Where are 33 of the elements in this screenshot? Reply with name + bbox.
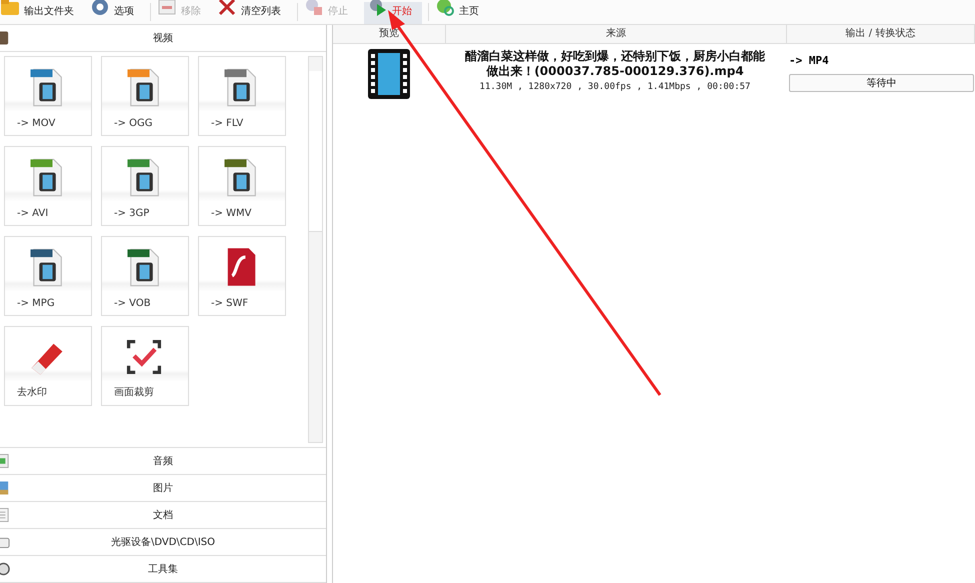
- toolbar-button[interactable]: 主页: [435, 2, 489, 24]
- minus-icon: [157, 0, 177, 17]
- toolbar-button[interactable]: 清空列表: [217, 2, 291, 24]
- toolbar-button[interactable]: 开始: [364, 2, 422, 24]
- file-info: 11.30M , 1280x720 , 30.00fps , 1.41Mbps , 00:00:57: [480, 82, 750, 92]
- format-tile[interactable]: -> 3GP: [101, 146, 189, 226]
- format-tile[interactable]: -> MPG: [4, 236, 92, 316]
- globe-icon: [435, 0, 455, 17]
- film-strip-icon: [368, 49, 410, 99]
- play-icon: [368, 0, 388, 17]
- format-tile[interactable]: -> VOB: [101, 236, 189, 316]
- format-tile[interactable]: -> WMV: [198, 146, 286, 226]
- toolbar-button[interactable]: 选项: [90, 2, 144, 24]
- status-button[interactable]: 等待中: [789, 74, 974, 92]
- file-name: 醋溜白菜这样做，好吃到爆，还特别下饭，厨房小白都能做出来！(000037.785-000129.376).mp4: [464, 49, 766, 79]
- toolbar-button[interactable]: 输出文件夹: [0, 2, 84, 24]
- folder-icon: [0, 0, 20, 17]
- format-tile[interactable]: 去水印: [4, 326, 92, 406]
- image-icon: [0, 480, 10, 496]
- format-tile[interactable]: -> FLV: [198, 56, 286, 136]
- audio-file-icon: [0, 453, 10, 469]
- column-header: 来源: [446, 25, 787, 43]
- format-tile[interactable]: -> SWF: [198, 236, 286, 316]
- output-format: -> MP4: [789, 54, 830, 69]
- column-header: 输出 / 转换状态: [787, 25, 975, 43]
- format-tile[interactable]: -> OGG: [101, 56, 189, 136]
- stop-icon: [304, 0, 324, 17]
- document-icon: [0, 507, 10, 523]
- format-tile[interactable]: -> AVI: [4, 146, 92, 226]
- format-tile[interactable]: 画面裁剪: [101, 326, 189, 406]
- format-tile[interactable]: -> MOV: [4, 56, 92, 136]
- scrollbar[interactable]: [308, 56, 323, 443]
- close-icon: [217, 0, 237, 17]
